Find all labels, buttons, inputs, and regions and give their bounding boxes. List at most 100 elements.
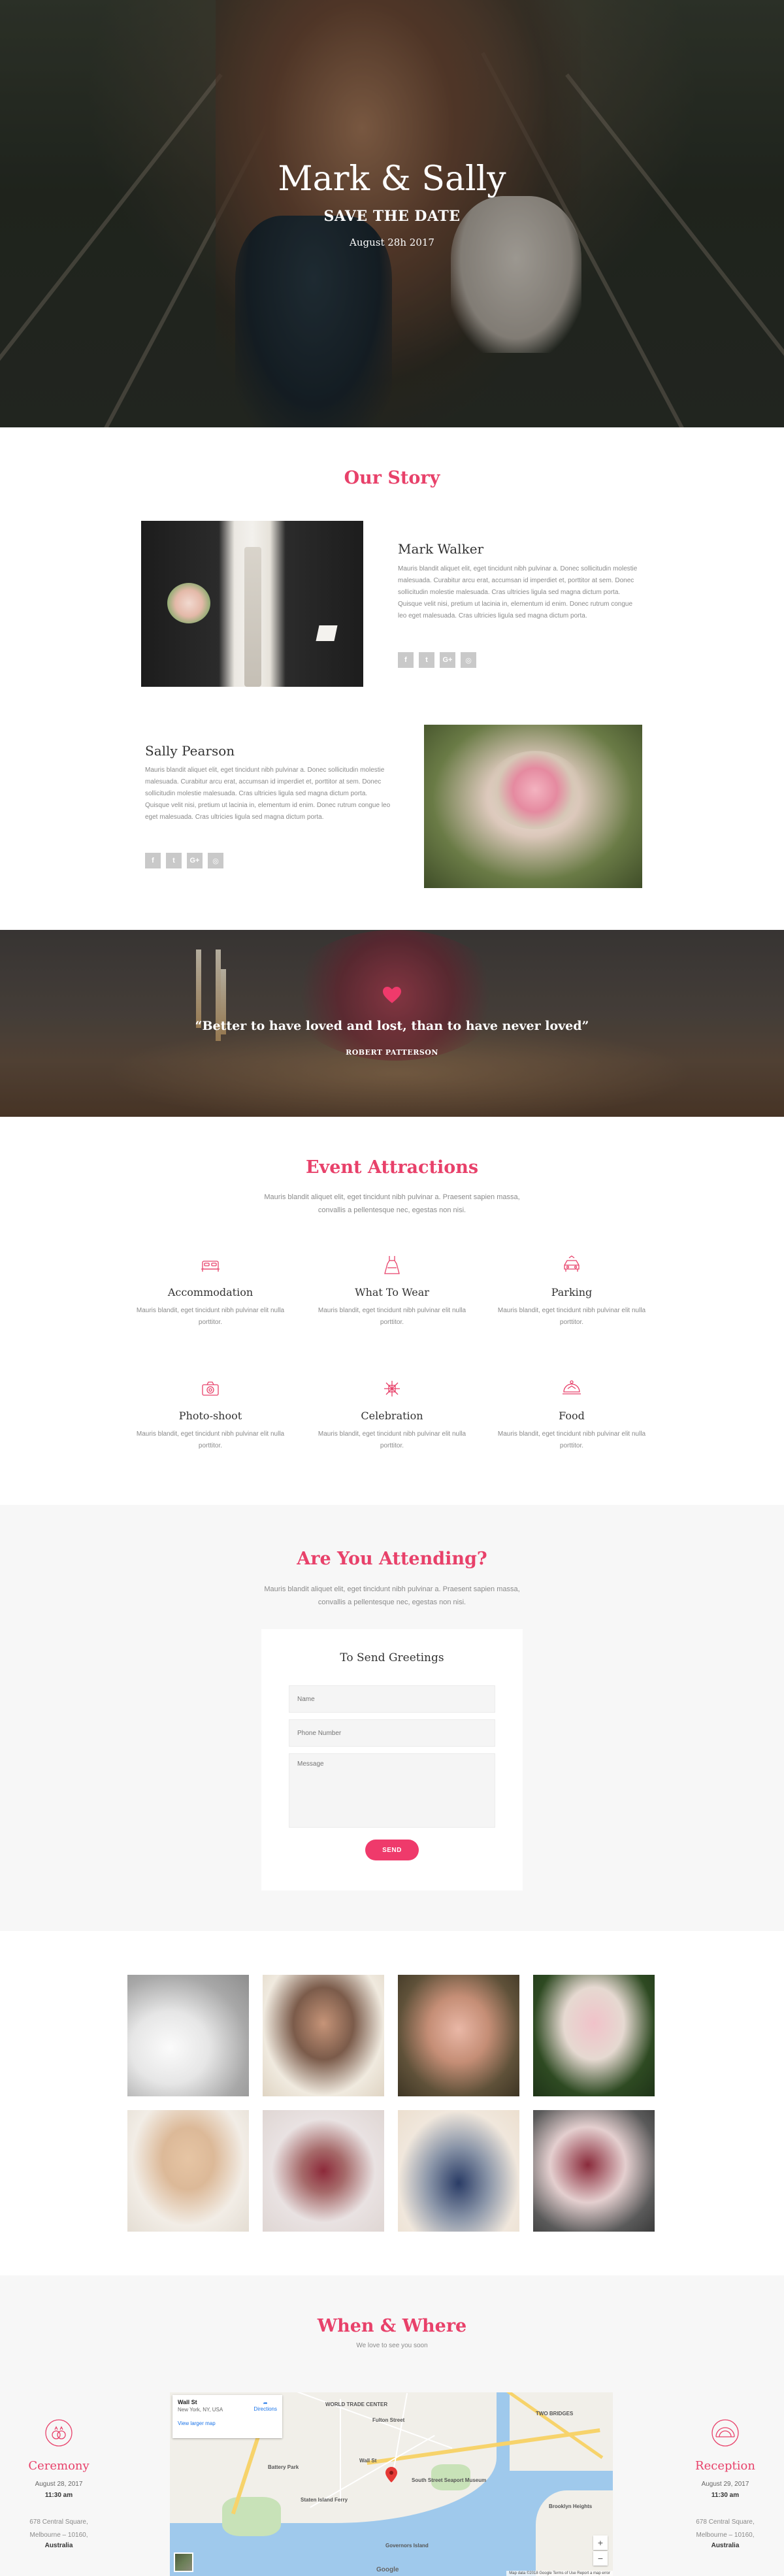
attractions-title: Event Attractions: [305, 1157, 479, 1178]
attraction-desc: Mauris blandit, eget tincidunt nibh pulv…: [136, 1307, 285, 1326]
rsvp-description: Mauris blandit aliquet elit, eget tincid…: [264, 1585, 520, 1606]
send-button[interactable]: SEND: [365, 1840, 419, 1860]
attraction-name: Celebration: [361, 1410, 423, 1422]
instagram-icon[interactable]: ◎: [461, 652, 476, 668]
zoom-out-button[interactable]: −: [593, 2551, 608, 2566]
view-larger-map-link[interactable]: View larger map: [178, 2420, 277, 2426]
attraction-what-to-wear: What To Wear Mauris blandit, eget tincid…: [314, 1252, 470, 1329]
bouquet: [486, 751, 584, 829]
map-park: [222, 2497, 281, 2536]
map-label: TWO BRIDGES: [536, 2411, 574, 2417]
ceremony-title: Ceremony: [28, 2459, 90, 2473]
message-input[interactable]: [289, 1753, 495, 1828]
zoom-in-button[interactable]: +: [593, 2535, 608, 2550]
reception-address-line1: 678 Central Square,: [696, 2518, 755, 2526]
groom-name: Mark Walker: [398, 541, 484, 557]
gallery-image-shoes[interactable]: [127, 1975, 249, 2096]
attraction-parking: Parking Mauris blandit, eget tincidunt n…: [493, 1252, 650, 1329]
greetings-form: To Send Greetings SEND: [261, 1629, 523, 1891]
quote-author: ROBERT PATTERSON: [346, 1048, 438, 1057]
name-input[interactable]: [289, 1685, 495, 1713]
google-plus-icon[interactable]: G+: [187, 853, 203, 868]
phone-input[interactable]: [289, 1719, 495, 1747]
attraction-name: What To Wear: [355, 1286, 429, 1298]
gallery-image-proposal[interactable]: [398, 2110, 519, 2232]
map-label: WORLD TRADE CENTER: [325, 2402, 388, 2407]
attraction-celebration: Celebration Mauris blandit, eget tincidu…: [314, 1376, 470, 1452]
hero-date: August 28h 2017: [350, 237, 434, 248]
twitter-icon[interactable]: t: [166, 853, 182, 868]
instagram-icon[interactable]: ◎: [208, 853, 223, 868]
map-pin-icon[interactable]: [385, 2467, 397, 2483]
attraction-name: Food: [559, 1410, 585, 1422]
gallery-image-bouquet[interactable]: [533, 1975, 655, 2096]
gallery-image-dress-bouquet[interactable]: [263, 2110, 384, 2232]
attraction-food: Food Mauris blandit, eget tincidunt nibh…: [493, 1376, 650, 1452]
directions-label: Directions: [253, 2406, 277, 2412]
reception-time: 11:30 am: [711, 2492, 740, 2499]
when-where-subtitle: We love to see you soon: [356, 2342, 428, 2349]
reception-address-line2: Melbourne – 10160,: [696, 2532, 755, 2539]
ceremony-time: 11:30 am: [44, 2492, 73, 2499]
attraction-name: Photo-shoot: [178, 1410, 242, 1422]
fireworks-icon: [384, 1381, 400, 1396]
gallery-image-couple-flowers[interactable]: [533, 2110, 655, 2232]
rsvp-title: Are You Attending?: [297, 1549, 487, 1569]
attraction-photo-shoot: Photo-shoot Mauris blandit, eget tincidu…: [132, 1376, 289, 1452]
ceremony-country: Australia: [44, 2542, 73, 2549]
when-where-title: When & Where: [317, 2316, 467, 2336]
car-icon: [564, 1255, 580, 1272]
attraction-desc: Mauris blandit, eget tincidunt nibh pulv…: [318, 1430, 466, 1449]
hero-subtitle: SAVE THE DATE: [323, 208, 461, 225]
attraction-name: Parking: [551, 1286, 593, 1298]
map-info-card: Wall St New York, NY, USA View larger ma…: [172, 2395, 282, 2438]
groom-social-links: f t G+ ◎: [398, 652, 476, 668]
boutonniere: [167, 583, 210, 623]
ceremony-address-line1: 678 Central Square,: [29, 2518, 88, 2526]
bride-bio: Mauris blandit aliquet elit, eget tincid…: [145, 767, 391, 821]
directions-icon: ➦: [263, 2400, 268, 2406]
dress-icon: [384, 1256, 400, 1274]
groom-photo: [141, 521, 363, 687]
attractions-description: Mauris blandit aliquet elit, eget tincid…: [264, 1193, 520, 1214]
attraction-desc: Mauris blandit, eget tincidunt nibh pulv…: [497, 1430, 646, 1449]
attraction-name: Accommodation: [167, 1286, 253, 1298]
twitter-icon[interactable]: t: [419, 652, 434, 668]
bride-photo: [424, 725, 642, 888]
satellite-toggle[interactable]: [174, 2552, 193, 2572]
map-label: Wall St: [359, 2458, 377, 2464]
celebration-arch-icon: [711, 2419, 739, 2447]
google-plus-icon[interactable]: G+: [440, 652, 455, 668]
facebook-icon[interactable]: f: [145, 853, 161, 868]
bride-name: Sally Pearson: [145, 743, 235, 759]
camera-icon: [202, 1381, 219, 1396]
reception-country: Australia: [711, 2542, 740, 2549]
map-label: Battery Park: [268, 2464, 299, 2470]
map-label: South Street Seaport Museum: [412, 2477, 487, 2483]
facebook-icon[interactable]: f: [398, 652, 414, 668]
map-label: Fulton Street: [372, 2417, 405, 2423]
food-tray-icon: [563, 1380, 581, 1395]
gallery-image-beach-kiss[interactable]: [263, 1975, 384, 2096]
quote-text: “Better to have loved and lost, than to …: [195, 1019, 589, 1033]
attraction-desc: Mauris blandit, eget tincidunt nibh pulv…: [318, 1307, 466, 1326]
map-label: Governors Island: [385, 2543, 429, 2549]
reception-title: Reception: [695, 2459, 755, 2473]
gallery-image-necklace[interactable]: [127, 2110, 249, 2232]
google-logo: Google: [376, 2566, 399, 2573]
story-title: Our Story: [344, 468, 440, 488]
attraction-desc: Mauris blandit, eget tincidunt nibh pulv…: [136, 1430, 285, 1449]
location-map[interactable]: WORLD TRADE CENTER Fulton Street TWO BRI…: [170, 2392, 613, 2576]
map-footer: Map data ©2018 Google Terms of Use Repor…: [506, 2571, 613, 2576]
directions-button[interactable]: ➦ Directions: [253, 2400, 277, 2412]
gallery-image-ring[interactable]: [398, 1975, 519, 2096]
bed-icon: [201, 1261, 220, 1272]
heart-icon: [383, 987, 401, 1003]
reception-info: Reception August 29, 2017 11:30 am 678 C…: [666, 2419, 784, 2549]
ceremony-address-line2: Melbourne – 10160,: [29, 2532, 88, 2539]
rings-icon: [45, 2419, 73, 2447]
ceremony-date: August 28, 2017: [35, 2481, 83, 2488]
reception-date: August 29, 2017: [701, 2481, 749, 2488]
ceremony-info: Ceremony August 28, 2017 11:30 am 678 Ce…: [0, 2419, 118, 2549]
bride-social-links: f t G+ ◎: [145, 853, 223, 868]
